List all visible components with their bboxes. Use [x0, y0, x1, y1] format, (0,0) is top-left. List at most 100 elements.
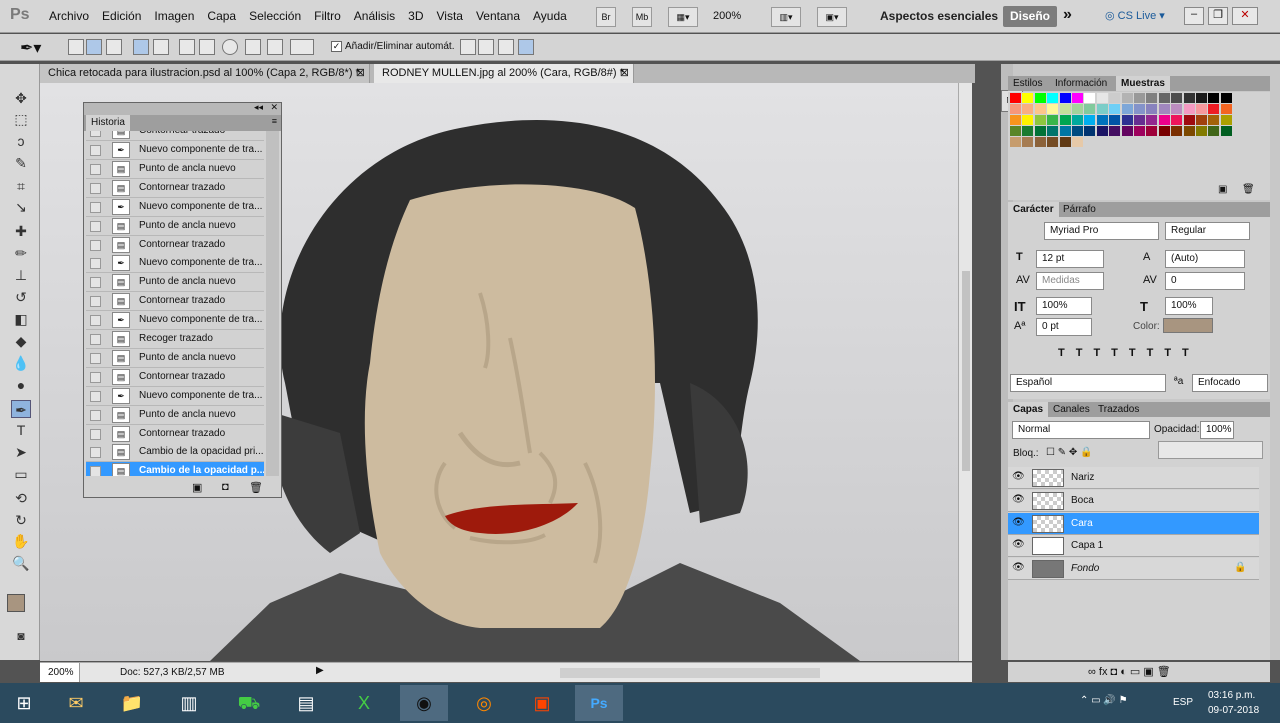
- eyedropper-icon[interactable]: ↘: [11, 198, 31, 216]
- color-swatch[interactable]: [1220, 93, 1232, 103]
- folder-icon[interactable]: 📁: [108, 685, 156, 721]
- color-swatch[interactable]: [1183, 103, 1195, 114]
- color-swatch[interactable]: [1010, 125, 1021, 136]
- vertical-scrollbar[interactable]: [958, 83, 972, 661]
- zoom-tool-icon[interactable]: 🔍: [11, 554, 31, 572]
- zoom-level[interactable]: 200%: [713, 10, 741, 22]
- path-selection-icon[interactable]: ➤: [11, 443, 31, 461]
- history-item[interactable]: ▤ Punto de ancla nuevo: [86, 216, 264, 236]
- color-swatch[interactable]: [1072, 125, 1083, 136]
- color-swatch[interactable]: [1034, 93, 1046, 103]
- color-swatch[interactable]: [1059, 93, 1071, 103]
- snapshot-checkbox[interactable]: [90, 466, 101, 476]
- color-swatch[interactable]: [1208, 93, 1220, 103]
- cs-live-button[interactable]: ◎ CS Live ▾: [1105, 9, 1165, 22]
- history-item[interactable]: ✒ Nuevo componente de tra...: [86, 197, 264, 217]
- design-workspace-button[interactable]: Diseño: [1003, 6, 1058, 27]
- visibility-eye-icon[interactable]: 👁: [1012, 494, 1026, 508]
- color-swatch[interactable]: [1158, 114, 1170, 125]
- snapshot-checkbox[interactable]: [90, 182, 101, 194]
- view-extras-icon[interactable]: ▦▾: [668, 7, 698, 27]
- visibility-eye-icon[interactable]: 👁: [1012, 562, 1026, 576]
- history-item[interactable]: ✒ Nuevo componente de tra...: [86, 141, 264, 160]
- color-swatch[interactable]: [1121, 125, 1133, 136]
- color-swatch[interactable]: [1047, 103, 1059, 114]
- tab-trazados[interactable]: Trazados: [1093, 402, 1144, 417]
- healing-brush-icon[interactable]: ✚: [11, 222, 31, 240]
- history-item[interactable]: ▤ Contornear trazado: [86, 178, 264, 198]
- move-tool-icon[interactable]: ✥: [11, 89, 31, 107]
- opacity-field[interactable]: 100%: [1200, 421, 1234, 439]
- history-item[interactable]: ✒ Nuevo componente de tra...: [86, 254, 264, 274]
- history-item[interactable]: ▤ Punto de ancla nuevo: [86, 159, 264, 179]
- color-swatch[interactable]: [1146, 125, 1158, 136]
- blur-tool-icon[interactable]: 💧: [11, 354, 31, 372]
- color-swatch[interactable]: [1134, 125, 1145, 136]
- snapshot-checkbox[interactable]: [90, 296, 101, 308]
- color-swatch[interactable]: [1208, 114, 1220, 125]
- window-icon[interactable]: ▤: [282, 685, 330, 721]
- snapshot-checkbox[interactable]: [90, 131, 101, 137]
- tab-muestras[interactable]: Muestras: [1116, 76, 1170, 91]
- color-swatch[interactable]: [1220, 125, 1232, 136]
- snapshot-checkbox[interactable]: [90, 163, 101, 175]
- anti-alias-select[interactable]: Enfocado: [1192, 374, 1268, 392]
- visibility-eye-icon[interactable]: 👁: [1012, 471, 1026, 485]
- color-swatch[interactable]: [1022, 93, 1034, 103]
- snapshot-checkbox[interactable]: [90, 352, 101, 364]
- 3d-orbit-icon[interactable]: ↻: [11, 511, 31, 529]
- color-swatch[interactable]: [1072, 114, 1083, 125]
- lock-icons[interactable]: ☐ ✎ ✥ 🔒: [1046, 447, 1093, 458]
- powerpoint-icon[interactable]: ▣: [518, 685, 566, 721]
- color-swatch[interactable]: [1171, 103, 1183, 114]
- menu-item[interactable]: Edición: [102, 9, 141, 23]
- color-swatch[interactable]: [1121, 93, 1133, 103]
- scroll-thumb[interactable]: [962, 271, 970, 471]
- pen-tool-icon[interactable]: ✒: [11, 400, 31, 418]
- crop-tool-icon[interactable]: ⌗: [11, 177, 31, 195]
- history-brush-icon[interactable]: ↺: [11, 288, 31, 306]
- color-swatch[interactable]: [1121, 114, 1133, 125]
- color-swatch[interactable]: [1059, 125, 1071, 136]
- path-add-icon[interactable]: [460, 39, 476, 55]
- menu-item[interactable]: Vista: [437, 9, 463, 23]
- pen-icon[interactable]: [133, 39, 149, 55]
- app-icon[interactable]: ▥: [165, 685, 213, 721]
- history-item[interactable]: ▤ Contornear trazado: [86, 292, 264, 312]
- layer-row[interactable]: 👁 Nariz: [1008, 467, 1259, 489]
- tab-capas[interactable]: Capas: [1008, 402, 1049, 417]
- menu-item[interactable]: Capa: [207, 9, 236, 23]
- clone-stamp-icon[interactable]: ⊥: [11, 266, 31, 284]
- visibility-eye-icon[interactable]: 👁: [1012, 517, 1026, 531]
- marquee-tool-icon[interactable]: ⬚: [11, 110, 31, 128]
- ellipse-icon[interactable]: [222, 39, 238, 55]
- snapshot-checkbox[interactable]: [90, 145, 101, 156]
- custom-shape-icon[interactable]: [290, 39, 314, 55]
- color-swatch[interactable]: [1034, 125, 1046, 136]
- color-swatch[interactable]: [1109, 103, 1121, 114]
- color-swatch[interactable]: [1196, 93, 1207, 103]
- tab-historia[interactable]: Historia: [86, 115, 130, 131]
- snapshot-checkbox[interactable]: [90, 334, 101, 345]
- snapshot-checkbox[interactable]: [90, 239, 101, 251]
- start-windows-icon[interactable]: ⊞: [0, 685, 48, 721]
- color-swatch[interactable]: [1010, 103, 1021, 114]
- color-swatch[interactable]: [1109, 114, 1121, 125]
- color-swatch[interactable]: [1010, 93, 1021, 103]
- layer-row[interactable]: 👁 Capa 1: [1008, 535, 1259, 558]
- snapshot-checkbox[interactable]: [90, 409, 101, 421]
- color-swatch[interactable]: [1047, 114, 1059, 125]
- tab-canales[interactable]: Canales: [1048, 402, 1095, 417]
- color-swatch[interactable]: [1208, 103, 1220, 114]
- menu-item[interactable]: Filtro: [314, 9, 341, 23]
- color-swatch[interactable]: [1121, 103, 1133, 114]
- blend-mode-select[interactable]: Normal: [1012, 421, 1150, 439]
- menu-item[interactable]: Imagen: [154, 9, 194, 23]
- color-swatch[interactable]: [1096, 114, 1108, 125]
- lasso-tool-icon[interactable]: ↄ: [11, 132, 31, 150]
- visibility-eye-icon[interactable]: 👁: [1012, 539, 1026, 553]
- rounded-rectangle-icon[interactable]: [199, 39, 215, 55]
- color-swatch[interactable]: [1010, 114, 1021, 125]
- color-swatch[interactable]: [1096, 103, 1108, 114]
- color-swatch[interactable]: [1171, 93, 1183, 103]
